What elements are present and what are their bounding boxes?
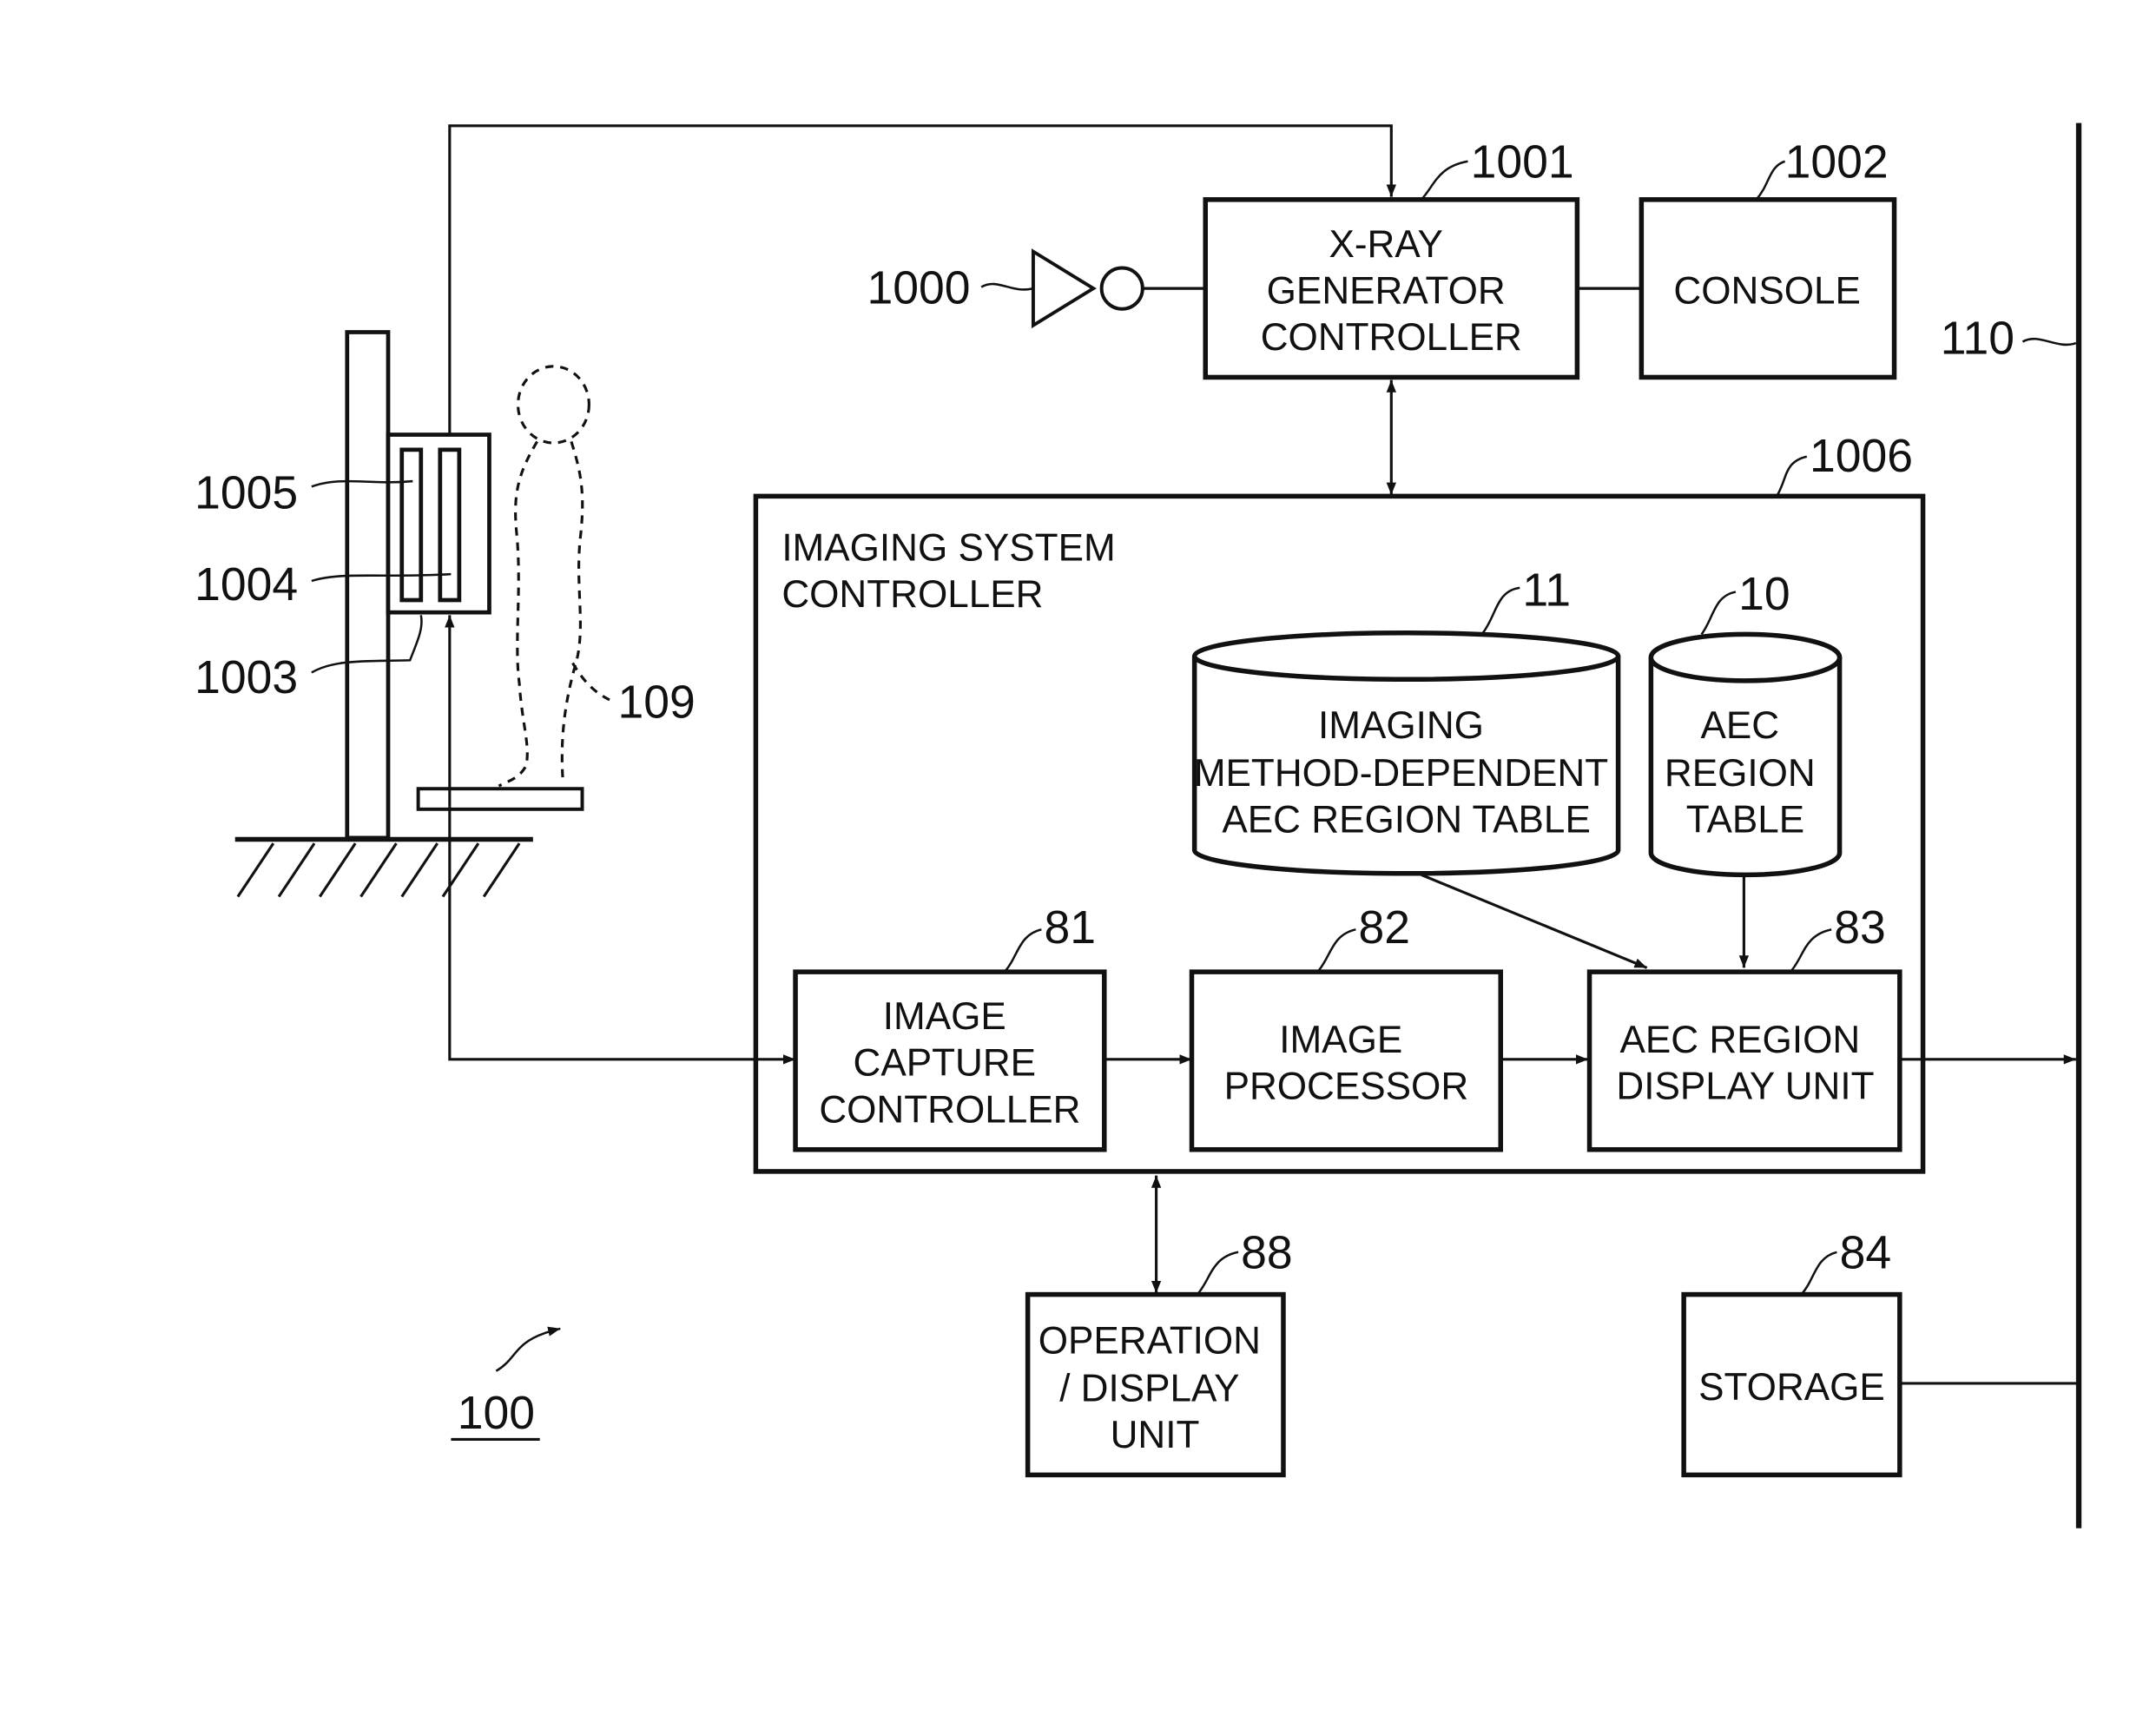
xray-label-line2: GENERATOR [1267, 269, 1506, 312]
xray-stand [234, 330, 584, 898]
svg-text:IMAGING SYSTEM CONTROLLER: IMAGING SYSTEM CONTROLLER [781, 526, 1126, 616]
line-table11-to-display [1421, 873, 1648, 969]
ad83-label-line1: AEC REGION [1620, 1019, 1861, 1061]
table10-label-line3: TABLE [1686, 799, 1804, 842]
ref-1003: 1003 [195, 652, 298, 703]
table10-label-line2: REGION [1665, 752, 1816, 795]
floor-hatching [236, 842, 521, 898]
ref-1000: 1000 [867, 262, 970, 314]
ref-1001: 1001 [1471, 137, 1574, 188]
ref-1004: 1004 [195, 559, 298, 611]
od88-label-line3: UNIT [1111, 1414, 1200, 1456]
table11-label-line3: AEC REGION TABLE [1222, 799, 1590, 842]
table11-label-line2: METHOD-DEPENDENT [1194, 752, 1608, 795]
footplate [416, 787, 584, 811]
block-diagram: 1000 X-RAY GENERATOR CONTROLLER 1001 CON… [195, 122, 2082, 1528]
ref-81: 81 [1045, 902, 1097, 954]
od88-label-line2: / DISPLAY [1059, 1367, 1239, 1409]
ic81-label-line2: CAPTURE [854, 1042, 1037, 1085]
sensor-1005 [399, 447, 424, 603]
ref-83: 83 [1834, 902, 1886, 954]
ic81-label-line3: CONTROLLER [819, 1088, 1080, 1131]
ref-100: 100 [458, 1388, 535, 1439]
ref-1006: 1006 [1810, 431, 1913, 482]
subject-109-outline [498, 365, 590, 788]
ref-100-arrow [495, 1326, 561, 1372]
ref-110: 110 [1941, 314, 2014, 365]
sensor-1004 [438, 447, 462, 603]
line-detector-to-capture [448, 806, 796, 1065]
od88-label-line1: OPERATION [1039, 1319, 1261, 1362]
ref-88: 88 [1241, 1228, 1293, 1279]
storage-label: STORAGE [1698, 1366, 1885, 1409]
exposure-switch-icon [1031, 248, 1144, 329]
console-label: CONSOLE [1673, 269, 1860, 312]
stand-pillar [345, 330, 391, 841]
ref-84: 84 [1840, 1228, 1892, 1279]
ad83-label-line2: DISPLAY UNIT [1616, 1066, 1874, 1108]
isc-label-line1: IMAGING SYSTEM [781, 526, 1115, 569]
ref-82: 82 [1359, 902, 1411, 954]
isc-label-line2: CONTROLLER [781, 573, 1043, 616]
table10-label-line1: AEC [1701, 704, 1780, 747]
ref-1002: 1002 [1785, 137, 1889, 188]
ip82-label-line2: PROCESSOR [1224, 1066, 1469, 1108]
ic81-label-line1: IMAGE [883, 995, 1006, 1038]
xray-label-line3: CONTROLLER [1261, 316, 1522, 359]
ref-109: 109 [617, 677, 695, 728]
table11-label-line1: IMAGING [1318, 704, 1484, 747]
ref-10: 10 [1738, 569, 1790, 620]
ref-1005: 1005 [195, 468, 298, 519]
ip82-label-line1: IMAGE [1279, 1019, 1402, 1061]
ref-11: 11 [1522, 564, 1571, 616]
xray-label-line1: X-RAY [1329, 223, 1442, 266]
